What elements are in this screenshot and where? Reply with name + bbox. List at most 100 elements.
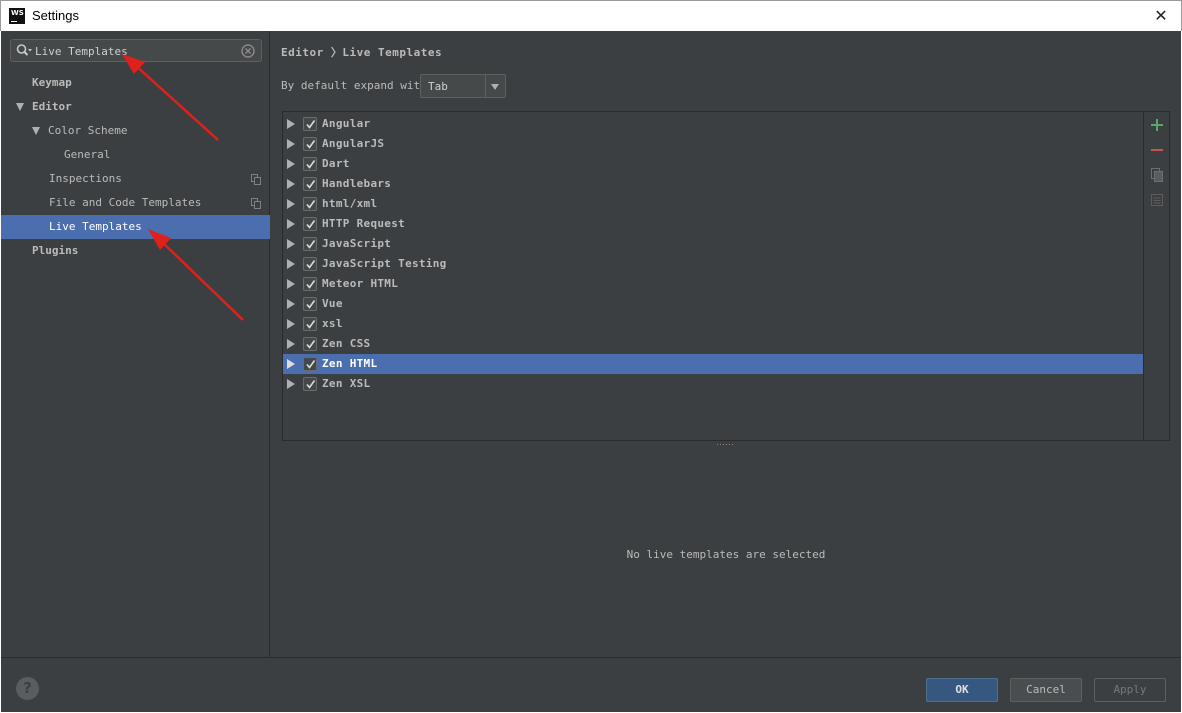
expand-arrow-icon[interactable]	[16, 103, 24, 111]
template-group-row[interactable]: html/xml	[283, 194, 1145, 214]
template-group-row[interactable]: AngularJS	[283, 134, 1145, 154]
group-checkbox[interactable]	[303, 277, 317, 291]
breadcrumb: Editor 〉Live Templates	[281, 46, 443, 59]
duplicate-icon[interactable]	[1149, 167, 1165, 183]
sidebar-item-color-scheme[interactable]: Color Scheme	[1, 119, 270, 143]
group-checkbox[interactable]	[303, 137, 317, 151]
group-checkbox[interactable]	[303, 177, 317, 191]
settings-sidebar: Keymap Editor Color Scheme General Inspe…	[1, 31, 270, 657]
clear-search-icon[interactable]	[241, 44, 255, 58]
settings-search[interactable]	[10, 39, 262, 62]
expand-arrow-icon[interactable]	[287, 239, 295, 249]
group-checkbox[interactable]	[303, 217, 317, 231]
expand-with-select[interactable]: Tab	[420, 74, 506, 98]
expand-arrow-icon[interactable]	[287, 379, 295, 389]
group-checkbox[interactable]	[303, 157, 317, 171]
checkmark-icon	[306, 260, 316, 269]
search-icon[interactable]	[15, 42, 33, 60]
search-input[interactable]	[35, 43, 235, 59]
checkmark-icon	[306, 160, 316, 169]
template-group-row[interactable]: Angular	[283, 114, 1145, 134]
live-templates-panel: Editor 〉Live Templates By default expand…	[271, 31, 1181, 657]
sidebar-item-label: Plugins	[32, 244, 79, 257]
group-checkbox[interactable]	[303, 297, 317, 311]
template-group-row[interactable]: JavaScript Testing	[283, 254, 1145, 274]
sidebar-item-label: Live Templates	[49, 220, 142, 233]
sidebar-item-label: Editor	[32, 100, 72, 113]
template-group-row[interactable]: HTTP Request	[283, 214, 1145, 234]
sidebar-item-live-templates[interactable]: Live Templates	[1, 215, 270, 239]
template-group-row[interactable]: Zen HTML	[283, 354, 1145, 374]
template-group-label: Zen HTML	[322, 357, 378, 370]
expand-arrow-icon[interactable]	[287, 359, 295, 369]
expand-arrow-icon[interactable]	[287, 299, 295, 309]
remove-icon[interactable]	[1149, 142, 1165, 158]
dialog-footer: ? OK Cancel Apply	[1, 657, 1181, 712]
sidebar-item-label: Keymap	[32, 76, 72, 89]
close-icon[interactable]: ✕	[1151, 6, 1171, 26]
group-checkbox[interactable]	[303, 317, 317, 331]
title-bar: WS Settings ✕	[0, 0, 1182, 31]
checkmark-icon	[306, 340, 316, 349]
template-group-row[interactable]: xsl	[283, 314, 1145, 334]
sidebar-item-label: General	[64, 148, 111, 161]
template-group-row[interactable]: Handlebars	[283, 174, 1145, 194]
expand-arrow-icon[interactable]	[287, 319, 295, 329]
empty-selection-message: No live templates are selected	[626, 548, 826, 561]
template-group-row[interactable]: Zen CSS	[283, 334, 1145, 354]
expand-arrow-icon[interactable]	[287, 259, 295, 269]
expand-arrow-icon[interactable]	[287, 179, 295, 189]
template-group-label: Vue	[322, 297, 343, 310]
template-group-row[interactable]: Zen XSL	[283, 374, 1145, 394]
checkmark-icon	[306, 220, 316, 229]
checkmark-icon	[306, 360, 316, 369]
template-group-label: html/xml	[322, 197, 378, 210]
expand-with-label: By default expand with	[281, 79, 427, 92]
sidebar-item-plugins[interactable]: Plugins	[1, 239, 270, 263]
sidebar-item-general[interactable]: General	[1, 143, 270, 167]
window-title: Settings	[32, 8, 79, 23]
checkmark-icon	[306, 300, 316, 309]
cancel-button[interactable]: Cancel	[1010, 678, 1082, 702]
sidebar-item-label: Inspections	[49, 172, 122, 185]
group-checkbox[interactable]	[303, 117, 317, 131]
template-group-label: Angular	[322, 117, 371, 130]
expand-arrow-icon[interactable]	[287, 339, 295, 349]
help-icon[interactable]: ?	[16, 677, 39, 700]
sidebar-item-inspections[interactable]: Inspections	[1, 167, 270, 191]
checkmark-icon	[306, 180, 316, 189]
template-group-row[interactable]: Meteor HTML	[283, 274, 1145, 294]
group-checkbox[interactable]	[303, 357, 317, 371]
edit-icon[interactable]	[1149, 192, 1165, 208]
expand-arrow-icon[interactable]	[32, 127, 40, 135]
expand-arrow-icon[interactable]	[287, 139, 295, 149]
expand-arrow-icon[interactable]	[287, 119, 295, 129]
expand-arrow-icon[interactable]	[287, 199, 295, 209]
expand-arrow-icon[interactable]	[287, 159, 295, 169]
checkmark-icon	[306, 140, 316, 149]
sidebar-item-keymap[interactable]: Keymap	[1, 71, 270, 95]
splitter-handle[interactable]	[717, 443, 733, 446]
sidebar-item-file-and-code-templates[interactable]: File and Code Templates	[1, 191, 270, 215]
list-toolbar	[1143, 112, 1169, 440]
template-group-row[interactable]: Vue	[283, 294, 1145, 314]
expand-arrow-icon[interactable]	[287, 219, 295, 229]
template-group-label: JavaScript Testing	[322, 257, 447, 270]
expand-arrow-icon[interactable]	[287, 279, 295, 289]
chevron-down-icon[interactable]	[491, 84, 499, 90]
expand-with-value: Tab	[428, 80, 448, 93]
group-checkbox[interactable]	[303, 197, 317, 211]
group-checkbox[interactable]	[303, 237, 317, 251]
group-checkbox[interactable]	[303, 257, 317, 271]
template-group-label: HTTP Request	[322, 217, 406, 230]
checkmark-icon	[306, 240, 316, 249]
template-group-row[interactable]: Dart	[283, 154, 1145, 174]
template-group-row[interactable]: JavaScript	[283, 234, 1145, 254]
sidebar-item-editor[interactable]: Editor	[1, 95, 270, 119]
add-icon[interactable]	[1149, 117, 1165, 133]
group-checkbox[interactable]	[303, 337, 317, 351]
group-checkbox[interactable]	[303, 377, 317, 391]
apply-button[interactable]: Apply	[1094, 678, 1166, 702]
ok-button[interactable]: OK	[926, 678, 998, 702]
template-group-label: Handlebars	[322, 177, 392, 190]
